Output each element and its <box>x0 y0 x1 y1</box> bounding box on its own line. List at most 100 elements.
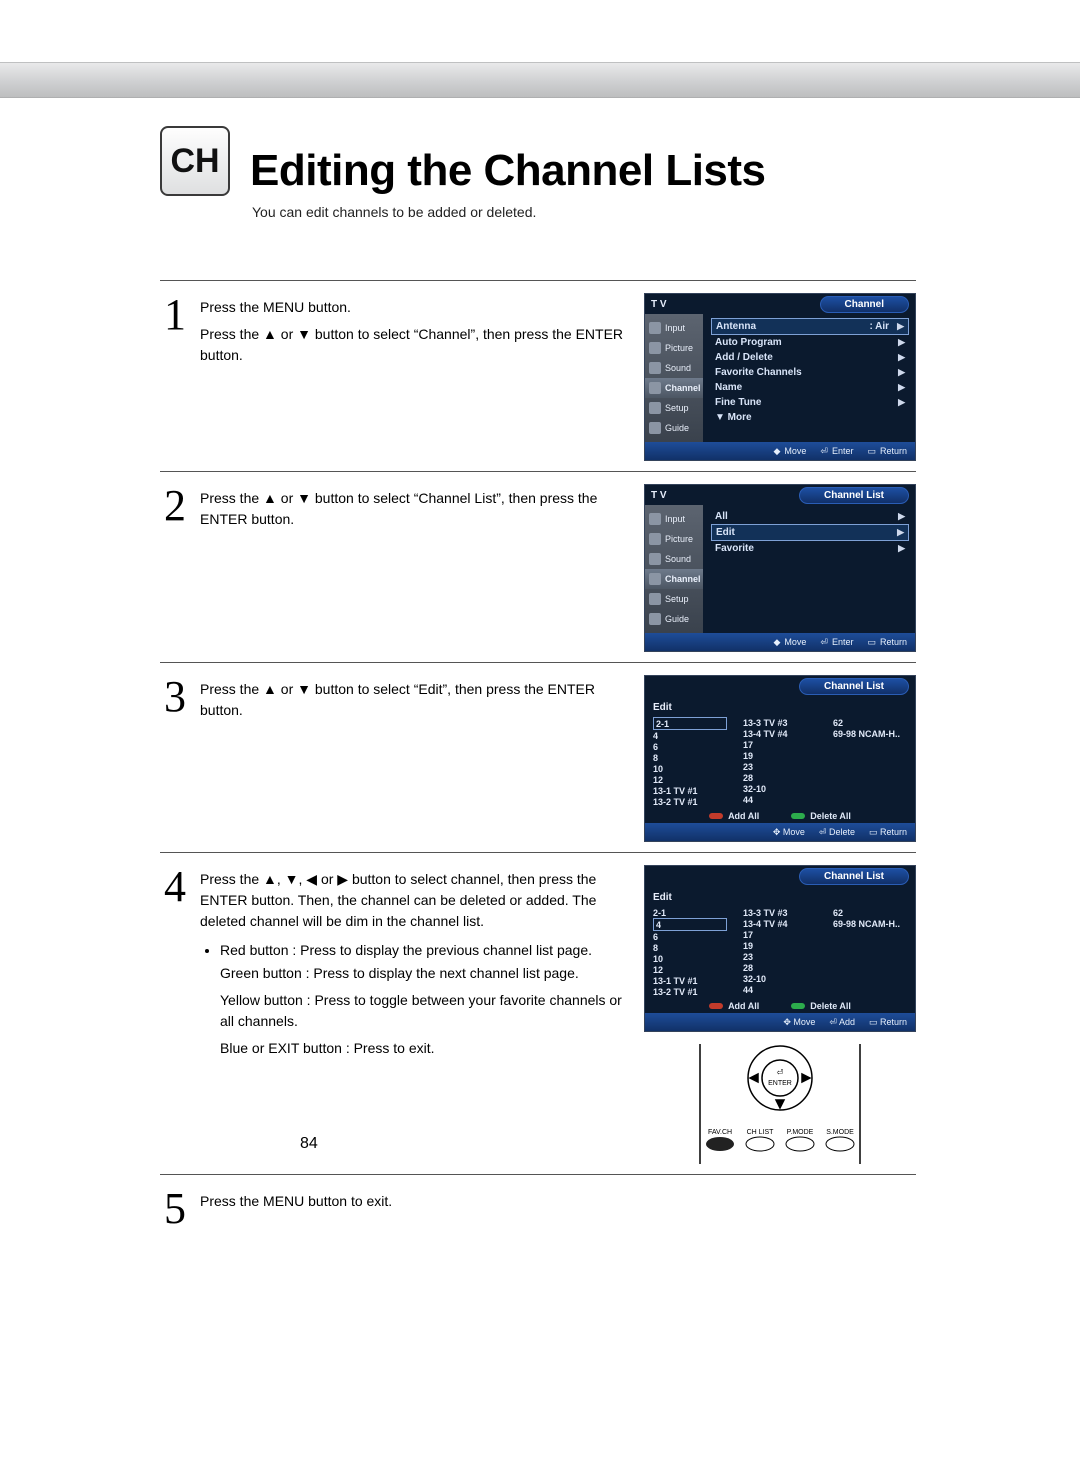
channel-entry: 8 <box>653 752 727 763</box>
step-4: 4 Press the ▲, ▼, ◀ or ▶ button to selec… <box>160 853 916 1175</box>
step-body: Press the MENU button to exit. <box>200 1185 634 1218</box>
channel-entry: 2-1 <box>653 717 727 730</box>
step-number: 2 <box>160 482 190 528</box>
channel-entry: 13-2 TV #1 <box>653 796 727 807</box>
channel-entry: 23 <box>743 761 817 772</box>
osd-edit-list-2: Channel ListEdit2-1468101213-1 TV #113-2… <box>644 865 916 1032</box>
osd-pill-channel-list: Channel List <box>799 487 909 504</box>
footer-return-icon: ▭ Return <box>867 446 907 457</box>
edit-label: Edit <box>653 700 907 717</box>
channel-entry: 19 <box>743 750 817 761</box>
sidebar-item-icon <box>649 573 661 585</box>
step-number: 3 <box>160 673 190 719</box>
osd-menu-row: Favorite▶ <box>711 541 909 556</box>
bullet-blue: Blue or EXIT button : Press to exit. <box>220 1038 634 1059</box>
step-body: Press the ▲ or ▼ button to select “Edit”… <box>200 673 634 727</box>
page-number: 84 <box>300 1135 318 1153</box>
channel-entry: 2-1 <box>653 907 727 918</box>
sidebar-item-icon <box>649 382 661 394</box>
red-dot-icon <box>709 1003 723 1009</box>
osd-menu-row: Favorite Channels▶ <box>711 365 909 380</box>
sidebar-item-icon <box>649 513 661 525</box>
svg-text:FAV.CH: FAV.CH <box>708 1129 732 1136</box>
channel-entry: 69-98 NCAM-H.. <box>833 728 907 739</box>
channel-entry: 13-1 TV #1 <box>653 785 727 796</box>
step-3: 3 Press the ▲ or ▼ button to select “Edi… <box>160 663 916 853</box>
step-1: 1 Press the MENU button. Press the ▲ or … <box>160 281 916 472</box>
sidebar-item-icon <box>649 342 661 354</box>
osd-sidebar-item: Guide <box>645 609 703 629</box>
steps-list: 1 Press the MENU button. Press the ▲ or … <box>160 280 916 1241</box>
step-body: Press the ▲, ▼, ◀ or ▶ button to select … <box>200 863 634 1065</box>
channel-entry: 6 <box>653 931 727 942</box>
delete-all-action: Delete All <box>791 1001 851 1011</box>
ch-icon: CH <box>160 126 230 196</box>
channel-entry: 12 <box>653 964 727 975</box>
step-5: 5 Press the MENU button to exit. <box>160 1175 916 1241</box>
bullet-green: Green button : Press to display the next… <box>220 963 634 984</box>
step-number: 4 <box>160 863 190 909</box>
osd-channel-list-menu: T V Channel List InputPictureSoundChanne… <box>644 484 916 652</box>
channel-entry: 6 <box>653 741 727 752</box>
osd-sidebar: InputPictureSoundChannelSetupGuide <box>645 505 703 633</box>
osd-menu-row: Antenna: Air▶ <box>711 318 909 335</box>
step-body: Press the MENU button. Press the ▲ or ▼ … <box>200 291 634 372</box>
chevron-right-icon: ▶ <box>898 397 905 408</box>
channel-entry: 4 <box>653 918 727 931</box>
osd-sidebar-item: Sound <box>645 549 703 569</box>
svg-text:P.MODE: P.MODE <box>787 1129 814 1136</box>
osd-edit-list-1: Channel ListEdit2-1468101213-1 TV #113-2… <box>644 675 916 842</box>
osd-footer: ◆ Move ⏎ Enter ▭ Return <box>645 633 915 651</box>
osd-menu-row: Edit▶ <box>711 524 909 541</box>
channel-entry: 17 <box>743 739 817 750</box>
osd-tv-label: T V <box>651 490 667 501</box>
osd-main: Antenna: Air▶Auto Program▶Add / Delete▶F… <box>703 314 915 442</box>
svg-text:ENTER: ENTER <box>768 1080 792 1087</box>
osd-sidebar-item: Sound <box>645 358 703 378</box>
step2-figure: T V Channel List InputPictureSoundChanne… <box>644 482 916 652</box>
chevron-right-icon: ▶ <box>897 321 904 332</box>
channel-entry: 13-1 TV #1 <box>653 975 727 986</box>
osd-pill: Channel List <box>799 868 909 885</box>
osd-sidebar-item: Setup <box>645 589 703 609</box>
osd-sidebar-item: Input <box>645 509 703 529</box>
channel-entry: 69-98 NCAM-H.. <box>833 918 907 929</box>
page-title: Editing the Channel Lists <box>250 146 766 196</box>
title-row: CH Editing the Channel Lists <box>160 126 916 196</box>
sidebar-item-icon <box>649 533 661 545</box>
osd-sidebar-item: Picture <box>645 338 703 358</box>
osd-sidebar: InputPictureSoundChannelSetupGuide <box>645 314 703 442</box>
osd-sidebar-item: Input <box>645 318 703 338</box>
svg-text:S.MODE: S.MODE <box>826 1129 854 1136</box>
svg-text:CH LIST: CH LIST <box>747 1129 775 1136</box>
add-all-action: Add All <box>709 811 759 821</box>
edit-label: Edit <box>653 890 907 907</box>
channel-entry: 4 <box>653 730 727 741</box>
channel-entry: 62 <box>833 717 907 728</box>
osd-sidebar-item: Guide <box>645 418 703 438</box>
channel-entry: 44 <box>743 794 817 805</box>
green-dot-icon <box>791 813 805 819</box>
channel-entry: 8 <box>653 942 727 953</box>
chevron-right-icon: ▶ <box>898 543 905 554</box>
osd-sidebar-item: Setup <box>645 398 703 418</box>
osd-tv-label: T V <box>651 299 667 310</box>
osd-sidebar-item: Channel <box>645 569 703 589</box>
channel-entry: 13-4 TV #4 <box>743 918 817 929</box>
osd-pill: Channel List <box>799 678 909 695</box>
sidebar-item-icon <box>649 362 661 374</box>
osd-sidebar-item: Picture <box>645 529 703 549</box>
step-body: Press the ▲ or ▼ button to select “Chann… <box>200 482 634 536</box>
step4-bullets: Red button : Press to display the previo… <box>200 940 634 961</box>
channel-entry: 13-3 TV #3 <box>743 717 817 728</box>
step-2: 2 Press the ▲ or ▼ button to select “Cha… <box>160 472 916 663</box>
channel-entry: 28 <box>743 772 817 783</box>
channel-entry: 12 <box>653 774 727 785</box>
sidebar-item-icon <box>649 322 661 334</box>
channel-entry: 23 <box>743 951 817 962</box>
channel-entry: 13-2 TV #1 <box>653 986 727 997</box>
sidebar-item-icon <box>649 402 661 414</box>
step1-line2: Press the ▲ or ▼ button to select “Chann… <box>200 324 634 366</box>
channel-entry: 32-10 <box>743 783 817 794</box>
chevron-right-icon: ▶ <box>898 511 905 522</box>
